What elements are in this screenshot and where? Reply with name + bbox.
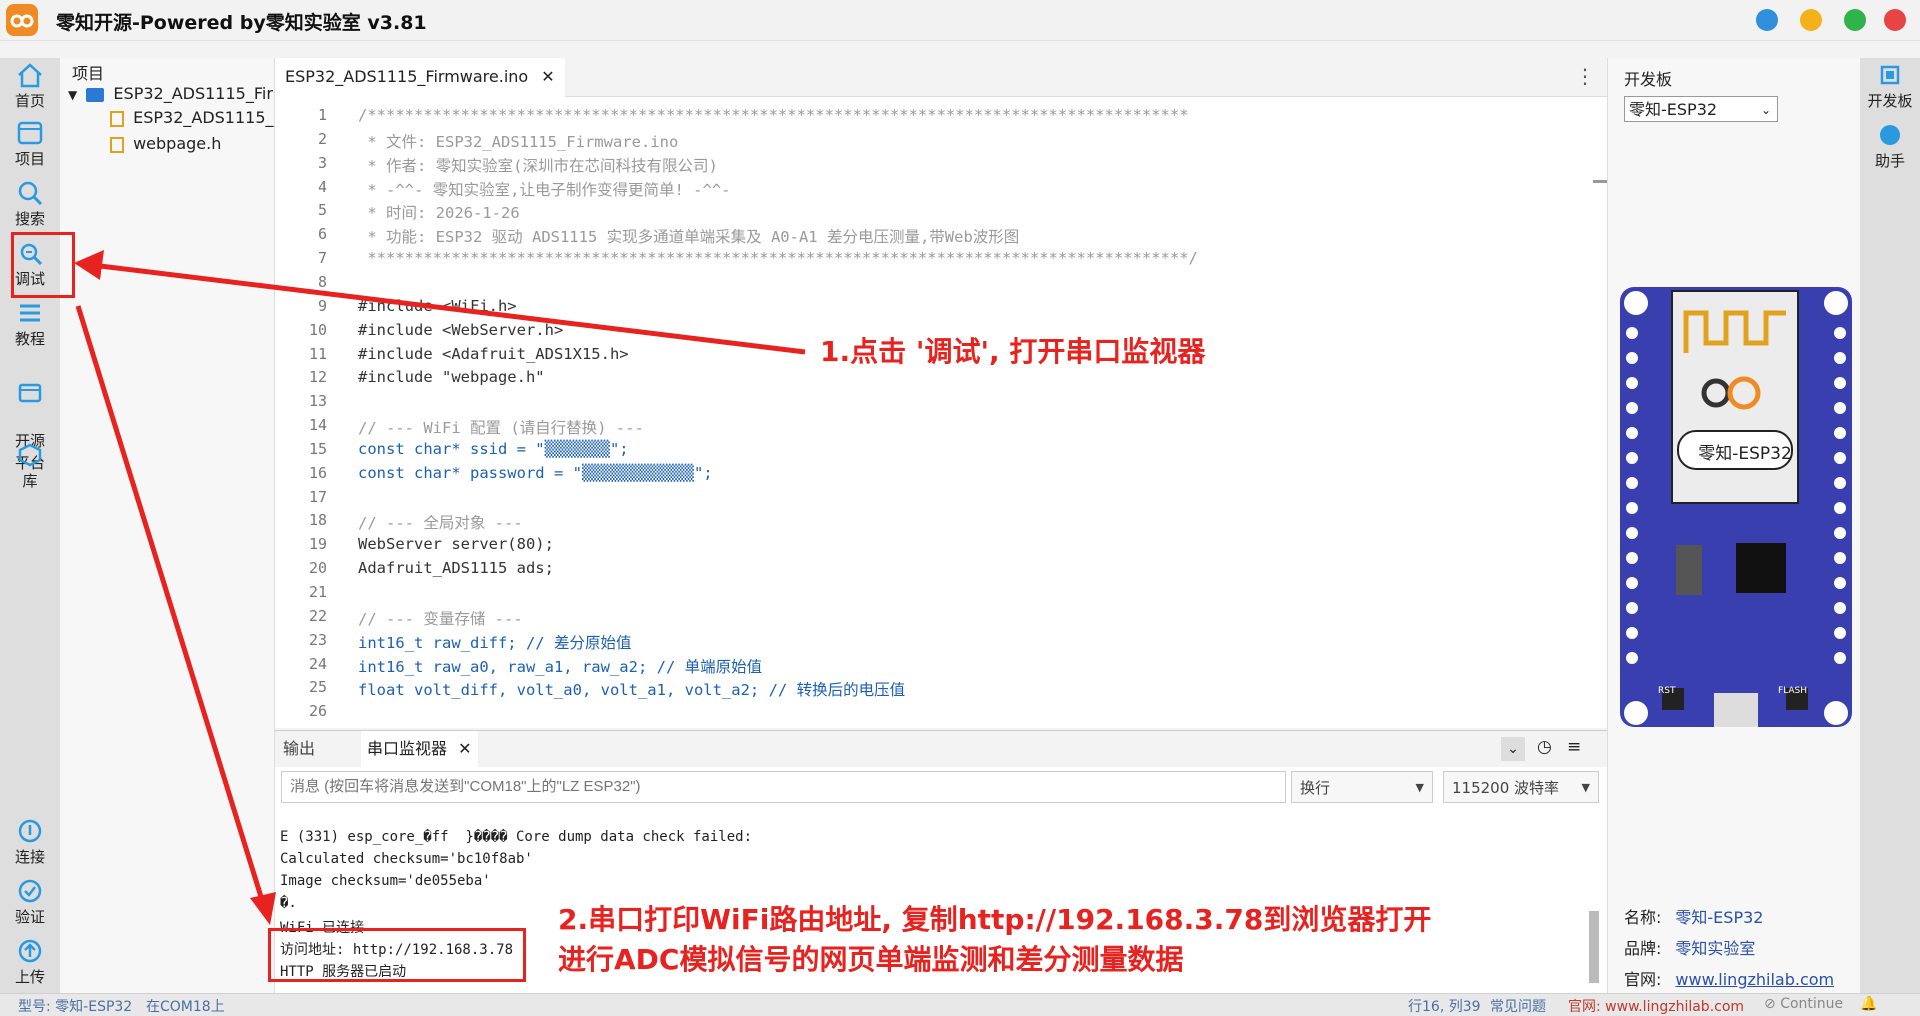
annotation-arrows <box>74 250 806 925</box>
annotation-step1: 1.点击 '调试', 打开串口监视器 <box>820 335 1206 368</box>
annotation-step2-line1: 2.串口打印WiFi路由地址, 复制http://192.168.3.78到浏览… <box>558 903 1432 936</box>
annotation-step2-line2: 进行ADC模拟信号的网页单端监测和差分测量数据 <box>558 943 1184 976</box>
